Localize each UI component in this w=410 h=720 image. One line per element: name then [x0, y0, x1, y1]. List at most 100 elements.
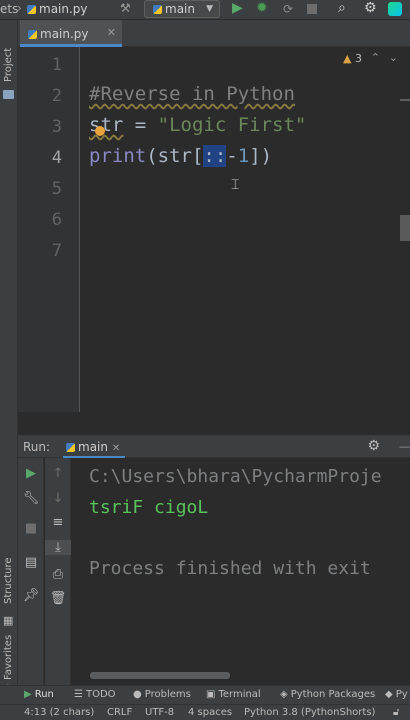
text-cursor-icon: ⌶ — [231, 177, 240, 193]
code-line-4: print(str[::-1]) — [89, 145, 272, 167]
arrow-up-icon[interactable]: ↑ — [45, 466, 71, 481]
debug-bug-icon[interactable]: ✹ — [256, 0, 268, 16]
gear-icon[interactable]: ⚙ — [364, 0, 377, 16]
close-icon[interactable]: ✕ — [112, 443, 120, 454]
tool-label: Terminal — [218, 689, 261, 700]
tool-python-console[interactable]: ◆ Py — [385, 689, 408, 700]
tool-terminal[interactable]: ▣ Terminal — [206, 689, 261, 700]
wrench-icon[interactable]: 🔧︎ — [18, 491, 44, 506]
chevron-down-icon[interactable]: ⌄ — [389, 51, 398, 64]
navigation-bar: ets › main.py ⚒ main ▼ ▶ ✹ ⟳ ⌕ ⚙ — [0, 0, 410, 20]
chevron-down-icon: ▼ — [206, 4, 213, 14]
gear-icon[interactable]: ⚙ — [367, 438, 380, 454]
line-number: 7 — [51, 241, 62, 261]
run-icon: ▶ — [24, 689, 32, 700]
print-icon[interactable]: ⎙ — [45, 567, 71, 582]
warning-icon: ▲ — [343, 52, 352, 65]
run-icon[interactable]: ▶ — [232, 0, 243, 16]
run-tab-main[interactable]: main ✕ — [63, 436, 125, 458]
run-toolbar-primary: ▶ 🔧︎ ■ ▤ 📌︎ — [18, 458, 44, 685]
code-token: 1 — [237, 145, 250, 167]
search-icon[interactable]: ⌕ — [338, 0, 346, 16]
favorites-tool-button[interactable]: Favorites — [3, 635, 14, 680]
caret-position[interactable]: 4:13 (2 chars) — [24, 707, 94, 718]
rerun-icon[interactable]: ▶ — [18, 466, 44, 481]
status-bar: 4:13 (2 chars) CRLF UTF-8 4 spaces Pytho… — [0, 704, 410, 720]
editor-tabs: main.py ✕ — [18, 20, 410, 47]
code-token: ]) — [249, 145, 273, 167]
scrollbar-marker — [400, 99, 410, 101]
minimize-icon[interactable]: — — [399, 440, 410, 453]
python-file-icon — [28, 30, 37, 39]
line-number: 2 — [51, 86, 62, 106]
run-with-coverage-icon[interactable]: ⟳ — [283, 2, 293, 16]
tool-problems[interactable]: ● Problems — [133, 689, 191, 700]
tab-main-py[interactable]: main.py ✕ — [20, 20, 122, 47]
trash-icon[interactable]: 🗑︎ — [45, 591, 71, 606]
run-configuration-select[interactable]: main ▼ — [144, 0, 220, 18]
tool-todo[interactable]: ☰ TODO — [74, 689, 116, 700]
project-tool-button[interactable]: Project — [3, 48, 14, 82]
code-editor[interactable]: ▲ 3 ⌃ ⌄ #Reverse in Python str = "Logic … — [81, 47, 410, 412]
hammer-icon[interactable]: ⚒ — [120, 1, 131, 15]
run-console[interactable]: C:\Users\bhara\PycharmProje tsriF cigoL … — [72, 458, 410, 685]
line-number-gutter: 1 2 3 4 5 6 7 — [18, 47, 80, 412]
line-separator[interactable]: CRLF — [107, 707, 132, 718]
tool-window-bar: ▶ Run ☰ TODO ● Problems ▣ Terminal ◈ Python P… — [0, 685, 410, 704]
ide-logo-icon[interactable] — [388, 2, 402, 16]
console-output-line: tsriF cigoL — [89, 497, 209, 518]
selected-text: :: — [203, 145, 227, 167]
code-token: "Logic First" — [157, 114, 307, 136]
indent-setting[interactable]: 4 spaces — [188, 707, 232, 718]
lock-icon[interactable]: 🔓︎ — [393, 707, 399, 718]
code-line-2: #Reverse in Python — [89, 83, 295, 105]
tool-label: Py — [395, 689, 408, 700]
terminal-icon: ▣ — [206, 689, 216, 700]
code-token: = — [123, 114, 158, 136]
line-number: 1 — [51, 55, 62, 75]
run-configuration-label: main — [165, 2, 195, 16]
run-tab-label: main — [78, 440, 108, 454]
structure-icon: ▦ — [3, 614, 14, 627]
python-interpreter[interactable]: Python 3.8 (PythonShorts) — [244, 707, 375, 718]
tool-label: TODO — [85, 689, 116, 700]
breadcrumb-file-label: main.py — [39, 2, 88, 16]
breadcrumb-file[interactable]: main.py — [27, 2, 88, 16]
scrollbar-thumb[interactable] — [400, 215, 410, 241]
packages-icon: ◈ — [280, 689, 288, 700]
layout-icon[interactable]: ▤ — [18, 555, 44, 570]
run-panel-header: Run: main ✕ ⚙ — — [18, 436, 410, 458]
python-icon: ◆ — [385, 689, 393, 700]
intention-bulb-icon[interactable] — [95, 126, 105, 136]
inspection-warnings[interactable]: ▲ 3 — [343, 52, 362, 65]
structure-tool-button[interactable]: Structure — [3, 557, 14, 604]
arrow-down-icon[interactable]: ↓ — [45, 491, 71, 506]
stop-icon[interactable]: ■ — [18, 521, 44, 536]
run-panel-label: Run: — [23, 440, 51, 454]
pin-icon[interactable]: 📌︎ — [18, 588, 44, 603]
run-toolbar-secondary: ↑ ↓ ≡ ⤓ ⎙ 🗑︎ — [45, 458, 71, 685]
console-line: C:\Users\bhara\PycharmProje — [89, 466, 382, 487]
file-encoding[interactable]: UTF-8 — [145, 707, 174, 718]
line-number: 3 — [51, 117, 62, 137]
close-icon[interactable]: ✕ — [107, 26, 116, 39]
horizontal-scrollbar-thumb[interactable] — [90, 672, 230, 679]
code-token: - — [226, 145, 238, 167]
breadcrumb-separator-icon: › — [17, 1, 22, 15]
breadcrumb-project[interactable]: ets — [0, 2, 18, 16]
chevron-up-icon[interactable]: ⌃ — [371, 51, 380, 64]
code-token: str — [89, 114, 124, 136]
tool-run[interactable]: ▶ Run — [24, 689, 54, 700]
problems-icon: ● — [133, 689, 142, 700]
soft-wrap-icon[interactable]: ≡ — [45, 515, 71, 530]
line-number: 5 — [51, 179, 62, 199]
tool-label: Python Packages — [290, 689, 376, 700]
code-token: print — [89, 145, 147, 167]
python-icon — [66, 443, 75, 452]
python-icon — [153, 5, 162, 14]
tool-python-packages[interactable]: ◈ Python Packages — [280, 689, 375, 700]
list-icon: ☰ — [74, 689, 83, 700]
folder-icon — [3, 90, 14, 99]
stop-icon[interactable] — [307, 4, 317, 14]
scroll-to-end-icon[interactable]: ⤓ — [45, 540, 71, 555]
